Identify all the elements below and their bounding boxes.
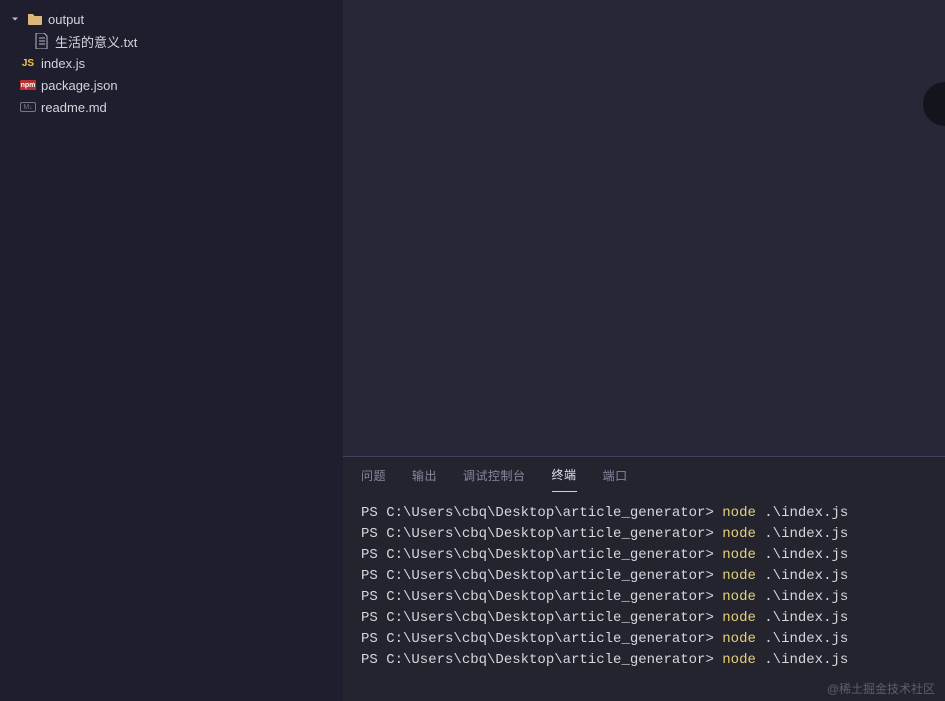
- terminal-line: PS C:\Users\cbq\Desktop\article_generato…: [361, 629, 927, 650]
- main-area: 问题 输出 调试控制台 终端 端口 PS C:\Users\cbq\Deskto…: [343, 0, 945, 701]
- terminal-line: PS C:\Users\cbq\Desktop\article_generato…: [361, 608, 927, 629]
- tab-ports[interactable]: 端口: [603, 459, 628, 492]
- editor-area: [343, 0, 945, 456]
- panel-tabs: 问题 输出 调试控制台 终端 端口: [343, 457, 945, 493]
- file-label: 生活的意义.txt: [55, 32, 137, 51]
- tab-output[interactable]: 输出: [412, 459, 437, 492]
- terminal-line: PS C:\Users\cbq\Desktop\article_generato…: [361, 503, 927, 524]
- file-label: package.json: [41, 78, 118, 93]
- terminal-line: PS C:\Users\cbq\Desktop\article_generato…: [361, 566, 927, 587]
- folder-output[interactable]: output: [0, 8, 343, 30]
- folder-label: output: [48, 12, 84, 27]
- file-label: index.js: [41, 56, 85, 71]
- terminal-output[interactable]: PS C:\Users\cbq\Desktop\article_generato…: [343, 493, 945, 701]
- file-explorer-sidebar: output 生活的意义.txt JS index.js npm package…: [0, 0, 343, 701]
- file-label: readme.md: [41, 100, 107, 115]
- folder-icon: [27, 11, 43, 27]
- watermark-text: @稀土掘金技术社区: [827, 680, 935, 697]
- text-file-icon: [34, 33, 50, 49]
- terminal-line: PS C:\Users\cbq\Desktop\article_generato…: [361, 650, 927, 671]
- js-file-icon: JS: [20, 55, 36, 71]
- tab-debug-console[interactable]: 调试控制台: [463, 459, 526, 492]
- file-item-readmemd[interactable]: M↓ readme.md: [0, 96, 343, 118]
- terminal-line: PS C:\Users\cbq\Desktop\article_generato…: [361, 545, 927, 566]
- file-item-indexjs[interactable]: JS index.js: [0, 52, 343, 74]
- terminal-line: PS C:\Users\cbq\Desktop\article_generato…: [361, 587, 927, 608]
- file-item-packagejson[interactable]: npm package.json: [0, 74, 343, 96]
- terminal-line: PS C:\Users\cbq\Desktop\article_generato…: [361, 524, 927, 545]
- chevron-down-icon: [8, 12, 22, 26]
- tab-terminal[interactable]: 终端: [552, 458, 577, 492]
- markdown-file-icon: M↓: [20, 102, 36, 112]
- bottom-panel: 问题 输出 调试控制台 终端 端口 PS C:\Users\cbq\Deskto…: [343, 456, 945, 701]
- tab-problems[interactable]: 问题: [361, 459, 386, 492]
- npm-file-icon: npm: [20, 80, 36, 90]
- file-item-txt[interactable]: 生活的意义.txt: [0, 30, 343, 52]
- side-panel-handle[interactable]: [923, 82, 945, 126]
